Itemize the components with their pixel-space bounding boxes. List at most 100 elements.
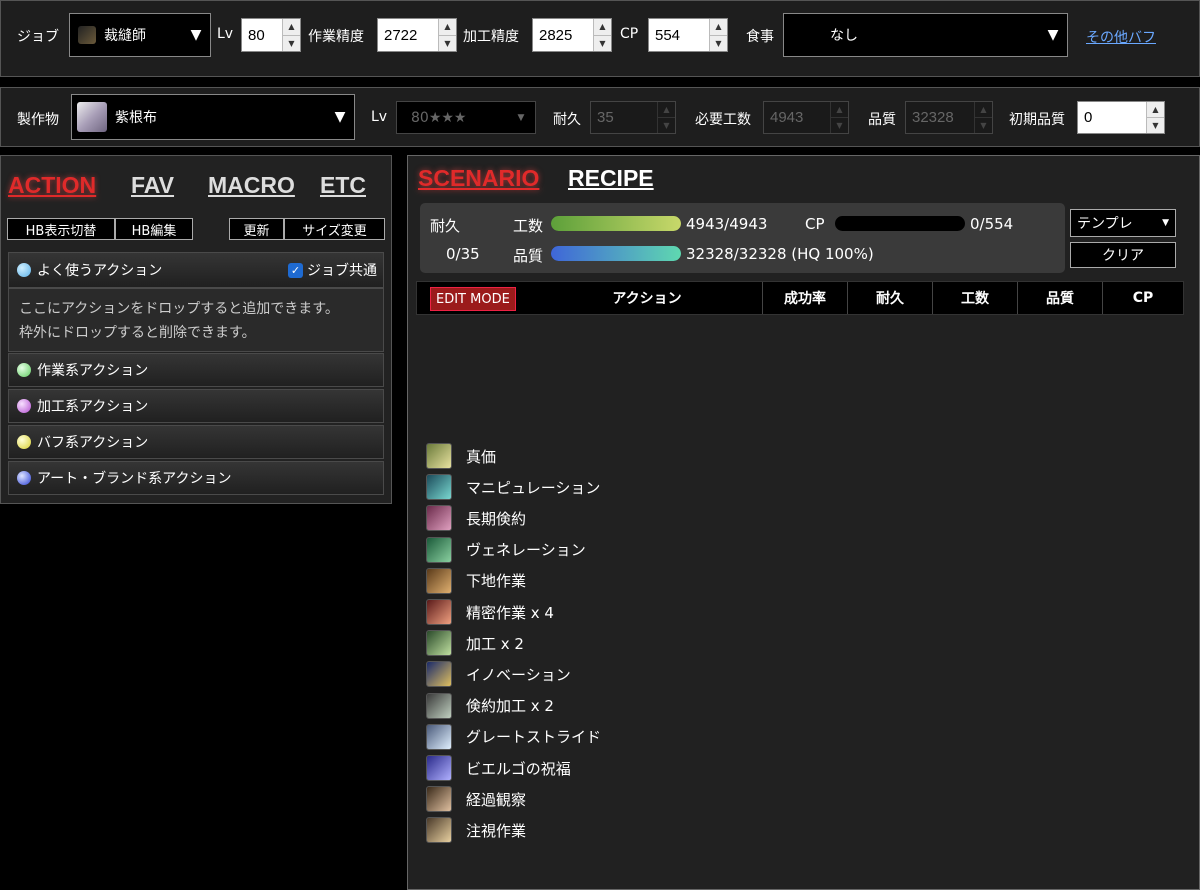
durability-stepper[interactable]: 35 ▲ ▼ <box>590 101 676 134</box>
stepper-down-icon[interactable]: ▼ <box>658 117 675 133</box>
cp-stat-value: 0/554 <box>970 215 1014 233</box>
favorites-header-label: よく使うアクション <box>37 263 163 279</box>
stepper-up-icon[interactable]: ▲ <box>710 19 727 35</box>
category-synthesis-actions[interactable]: 作業系アクション <box>8 353 384 387</box>
refresh-button[interactable]: 更新 <box>229 218 284 240</box>
stepper-down-icon[interactable]: ▼ <box>1147 117 1164 133</box>
control-stepper[interactable]: 2825 ▲ ▼ <box>532 18 612 52</box>
hotbar-edit-button[interactable]: HB編集 <box>115 218 193 240</box>
job-shared-label: ジョブ共通 <box>307 263 377 279</box>
macro-step-label: 長期倹約 <box>466 509 527 528</box>
quality-bar-track <box>551 246 681 261</box>
macro-step[interactable]: ビエルゴの祝福 <box>426 755 571 781</box>
food-select[interactable]: なし ▼ <box>783 13 1068 57</box>
category-buff-actions[interactable]: バフ系アクション <box>8 425 384 459</box>
stepper-up-icon[interactable]: ▲ <box>594 19 611 35</box>
lv-label: Lv <box>217 26 234 42</box>
prudent-touch-icon <box>426 692 452 719</box>
stepper-down-icon[interactable]: ▼ <box>831 117 848 133</box>
stepper-down-icon[interactable]: ▼ <box>975 117 992 133</box>
stepper-up-icon[interactable]: ▲ <box>439 19 456 35</box>
yellow-dot-icon <box>17 435 31 449</box>
tab-fav[interactable]: FAV <box>131 172 174 199</box>
stepper-up-icon[interactable]: ▲ <box>1147 102 1164 117</box>
resize-button[interactable]: サイズ変更 <box>284 218 385 240</box>
durability-value: 35 <box>597 109 614 126</box>
chevron-down-icon: ▼ <box>517 112 525 123</box>
category-label: 作業系アクション <box>37 363 149 379</box>
tab-macro[interactable]: MACRO <box>208 172 295 199</box>
macro-step[interactable]: 精密作業 x 4 <box>426 599 554 625</box>
macro-step[interactable]: ヴェネレーション <box>426 536 586 563</box>
action-table-header: EDIT MODE アクション 成功率 耐久 工数 品質 CP <box>416 281 1184 315</box>
innovation-icon <box>426 661 452 688</box>
blue-dot-icon <box>17 263 31 277</box>
macro-step[interactable]: 真価 <box>426 443 496 469</box>
macro-step[interactable]: 倹約加工 x 2 <box>426 692 554 719</box>
macro-step[interactable]: 下地作業 <box>426 567 526 594</box>
macro-step-label: 精密作業 x 4 <box>466 603 554 622</box>
macro-step[interactable]: 加工 x 2 <box>426 630 524 657</box>
quality-bar-fill <box>551 246 681 261</box>
tab-action[interactable]: ACTION <box>8 172 96 199</box>
column-durability: 耐久 <box>848 282 933 314</box>
stepper-up-icon[interactable]: ▲ <box>975 102 992 117</box>
macro-step-label: 注視作業 <box>466 821 527 840</box>
macro-step[interactable]: イノベーション <box>426 661 571 688</box>
control-value: 2825 <box>539 26 573 44</box>
job-label: ジョブ <box>17 29 59 45</box>
other-buffs-link[interactable]: その他バフ <box>1086 27 1156 47</box>
initial-quality-stepper[interactable]: 0 ▲ ▼ <box>1077 101 1165 134</box>
simulation-stats: 耐久 0/35 工数 4943/4943 CP 0/554 品質 32328/3… <box>420 203 1065 273</box>
focused-synthesis-icon <box>426 817 452 844</box>
cp-stepper[interactable]: 554 ▲ ▼ <box>648 18 728 52</box>
quality-stepper[interactable]: 32328 ▲ ▼ <box>905 101 993 134</box>
stepper-up-icon[interactable]: ▲ <box>831 102 848 117</box>
hotbar-toggle-button[interactable]: HB表示切替 <box>7 218 115 240</box>
macro-step[interactable]: マニピュレーション <box>426 474 600 501</box>
macro-step[interactable]: グレートストライド <box>426 723 601 750</box>
veneration-50-icon <box>426 505 452 532</box>
edit-mode-toggle[interactable]: EDIT MODE <box>430 287 516 311</box>
quality-label: 品質 <box>868 112 896 128</box>
cp-value: 554 <box>655 26 681 44</box>
groundwork-icon <box>426 567 452 594</box>
favorites-drop-zone[interactable]: ここにアクションをドロップすると追加できます。 枠外にドロップすると削除できます… <box>8 288 384 352</box>
stepper-down-icon[interactable]: ▼ <box>594 34 611 51</box>
blue-dot-icon <box>17 471 31 485</box>
item-select[interactable]: 紫根布 ▼ <box>71 94 355 140</box>
craftsmanship-value: 2722 <box>384 26 418 44</box>
stepper-down-icon[interactable]: ▼ <box>283 34 300 51</box>
favorites-accordion-header[interactable]: よく使うアクション ✓ ジョブ共通 <box>8 252 384 288</box>
template-dropdown[interactable]: テンプレ ▼ <box>1070 209 1176 237</box>
stepper-down-icon[interactable]: ▼ <box>710 34 727 51</box>
macro-step[interactable]: 経過観察 <box>426 786 526 813</box>
clear-button[interactable]: クリア <box>1070 242 1176 268</box>
recipe-lv-select[interactable]: 80★★★ ▼ <box>396 101 536 134</box>
recipe-lv-label: Lv <box>371 109 388 125</box>
craftsmanship-stepper[interactable]: 2722 ▲ ▼ <box>377 18 457 52</box>
macro-step[interactable]: 注視作業 <box>426 817 527 844</box>
tab-recipe[interactable]: RECIPE <box>568 165 654 192</box>
stepper-down-icon[interactable]: ▼ <box>439 34 456 51</box>
required-progress-stepper[interactable]: 4943 ▲ ▼ <box>763 101 849 134</box>
stepper-up-icon[interactable]: ▲ <box>283 19 300 35</box>
lv-stepper[interactable]: 80 ▲ ▼ <box>241 18 301 52</box>
column-progress: 工数 <box>933 282 1018 314</box>
great-strides-like-icon <box>426 443 452 469</box>
cloth-item-icon <box>77 102 107 132</box>
category-art-brand-actions[interactable]: アート・ブランド系アクション <box>8 461 384 495</box>
job-shared-checkbox[interactable]: ✓ ジョブ共通 <box>288 260 377 280</box>
quality-value: 32328 <box>912 109 954 126</box>
progress-bar-track <box>551 216 681 231</box>
craftsmanship-label: 作業精度 <box>308 29 364 45</box>
category-touch-actions[interactable]: 加工系アクション <box>8 389 384 423</box>
item-select-value: 紫根布 <box>115 110 157 126</box>
tab-etc[interactable]: ETC <box>320 172 366 199</box>
progress-stat-value: 4943/4943 <box>686 215 768 233</box>
macro-step[interactable]: 長期倹約 <box>426 505 527 532</box>
macro-step-label: 真価 <box>466 447 497 466</box>
stepper-up-icon[interactable]: ▲ <box>658 102 675 117</box>
job-select[interactable]: 裁縫師 ▼ <box>69 13 211 57</box>
tab-scenario[interactable]: SCENARIO <box>418 165 539 192</box>
